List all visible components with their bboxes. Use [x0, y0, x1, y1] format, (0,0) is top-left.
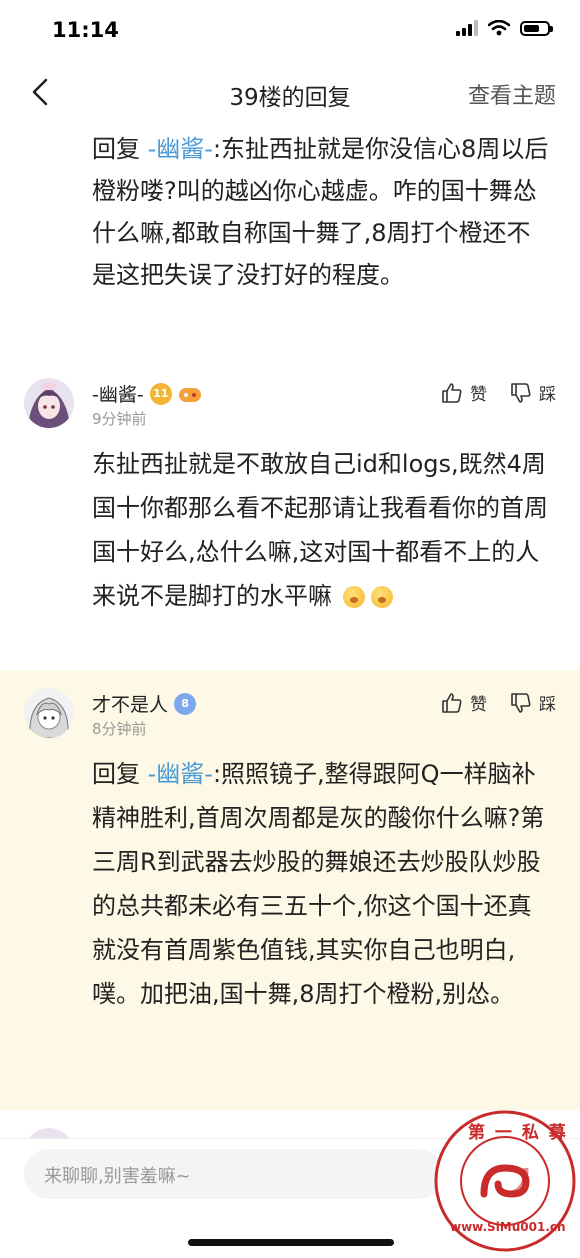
author-line: 才不是人 8: [92, 690, 197, 717]
level-badge: 11: [149, 382, 172, 405]
origin-reply-text: 回复 -幽酱-:东扯西扯就是你没信心8周以后橙粉喽?叫的越凶你心越虚。咋的国十舞…: [92, 128, 552, 296]
home-indicator: [188, 1239, 394, 1246]
wifi-icon: [488, 20, 510, 36]
author-name[interactable]: -幽酱-: [92, 380, 144, 407]
author-line: -幽酱- 11: [92, 380, 202, 407]
reply-text: 回复 -幽酱-:照照镜子,整得跟阿Q一样脑补精神胜利,首周次周都是灰的酸你什么嘛…: [92, 752, 552, 1016]
thumbs-down-icon: [511, 382, 531, 403]
dislike-button[interactable]: 踩: [509, 380, 556, 405]
mention-link[interactable]: -幽酱-: [148, 760, 213, 788]
reply-body: :照照镜子,整得跟阿Q一样脑补精神胜利,首周次周都是灰的酸你什么嘛?第三周R到武…: [92, 760, 545, 1008]
like-button[interactable]: 赞: [440, 380, 487, 405]
like-label: 赞: [470, 695, 487, 715]
status-icons: [456, 20, 553, 36]
view-topic-link[interactable]: 查看主题: [468, 78, 556, 110]
status-time: 11:14: [52, 18, 119, 42]
reply-prefix: 回复: [92, 135, 148, 163]
reply-item: -幽酱- 11 9分钟前 赞 踩 东扯西扯就是不敢放自己id和logs,既然4周…: [0, 360, 580, 670]
mention-link[interactable]: -幽酱-: [148, 135, 213, 163]
yawn-emoji-icon: [342, 586, 365, 608]
gamepad-badge-icon: [178, 387, 201, 402]
input-placeholder: 来聊聊,别害羞嘛~: [44, 1166, 191, 1187]
signal-icon: [456, 20, 478, 36]
watermark-seal: 第 一 私 募 www.SiMu001.cn: [432, 1108, 578, 1254]
reply-body: 东扯西扯就是不敢放自己id和logs,既然4周国十你都那么看不起那请让我看看你的…: [92, 450, 548, 610]
thumbs-up-icon: [442, 382, 462, 403]
like-button[interactable]: 赞: [440, 690, 487, 715]
level-badge: 8: [174, 692, 197, 715]
dislike-label: 踩: [539, 385, 556, 405]
yawn-emoji-icon: [370, 586, 393, 608]
like-label: 赞: [470, 385, 487, 405]
watermark-url-text: www.SiMu001.cn: [450, 1220, 566, 1234]
battery-icon: [520, 20, 553, 36]
nav-bar: 39楼的回复 查看主题: [0, 62, 580, 124]
reply-text: 东扯西扯就是不敢放自己id和logs,既然4周国十你都那么看不起那请让我看看你的…: [92, 442, 552, 618]
status-bar: 11:14: [0, 0, 580, 62]
avatar[interactable]: [24, 688, 74, 738]
reply-item-highlighted: 才不是人 8 8分钟前 赞 踩 回复 -幽酱-:照照镜子,整得跟阿Q一样脑补精神…: [0, 670, 580, 1110]
watermark-top-text: 第 一 私 募: [468, 1123, 568, 1143]
dislike-label: 踩: [539, 695, 556, 715]
dislike-button[interactable]: 踩: [509, 690, 556, 715]
post-time: 9分钟前: [92, 410, 147, 428]
thumbs-up-icon: [442, 692, 462, 713]
post-time: 8分钟前: [92, 720, 147, 738]
reply-actions: 赞 踩: [440, 380, 556, 405]
reply-actions: 赞 踩: [440, 690, 556, 715]
thumbs-down-icon: [511, 692, 531, 713]
author-name[interactable]: 才不是人: [92, 690, 168, 717]
reply-prefix: 回复: [92, 760, 148, 788]
avatar[interactable]: [24, 378, 74, 428]
comment-input[interactable]: 来聊聊,别害羞嘛~: [24, 1149, 444, 1199]
